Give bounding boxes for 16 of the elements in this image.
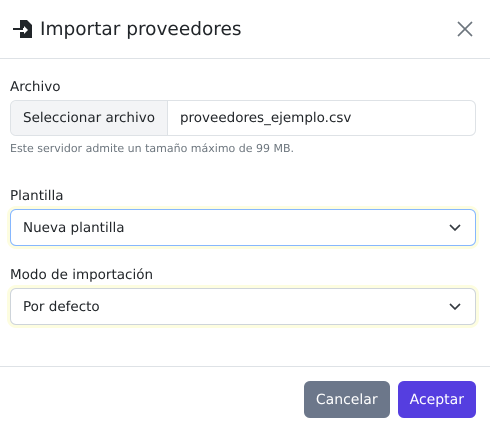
chevron-down-icon <box>449 302 461 310</box>
close-button[interactable] <box>456 20 474 38</box>
field-label: Archivo <box>10 79 62 95</box>
dialog-title: Importar proveedores <box>40 18 242 40</box>
select-field[interactable]: Nueva plantilla <box>10 209 476 246</box>
chevron-down-icon <box>449 224 461 232</box>
file-name: proveedores_ejemplo.csv <box>178 109 352 128</box>
choose-file-button[interactable]: Seleccionar archivo <box>11 101 168 135</box>
file-input[interactable]: Seleccionar archivo proveedores_ejemplo.csv <box>10 100 476 136</box>
accept-button[interactable]: Aceptar <box>398 381 476 418</box>
select-field[interactable]: Por defecto <box>10 288 476 325</box>
help-text: Este servidor admite un tamaño máximo de 99 MB. <box>10 142 296 155</box>
field-label: Modo de importación <box>10 267 154 283</box>
field-label: Plantilla <box>10 188 65 204</box>
cancel-button[interactable]: Cancelar <box>304 381 390 418</box>
file-import-icon <box>12 18 34 40</box>
